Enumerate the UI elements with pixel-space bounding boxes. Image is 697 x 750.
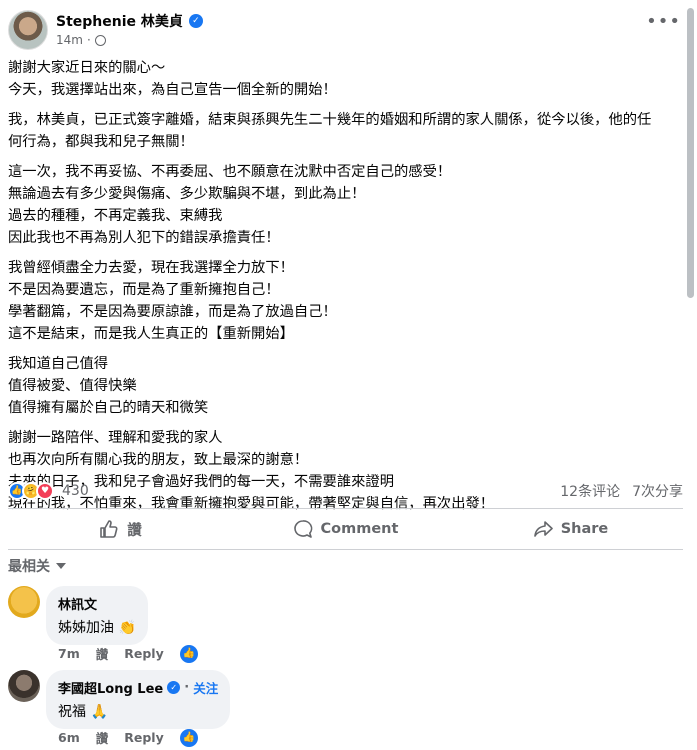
comment-reply-button[interactable]: Reply: [124, 646, 163, 661]
post-line: 過去的種種，不再定義我、束縛我: [8, 208, 223, 224]
post-line: 不是因為要遺忘，而是為了重新擁抱自己！: [8, 282, 280, 298]
shares-count[interactable]: 7次分享: [632, 481, 683, 501]
comment-bubble: 林訊文 姊姊加油 👏: [46, 586, 148, 645]
comment-meta: 6m 讚 Reply 👍: [58, 728, 198, 747]
comment-time[interactable]: 7m: [58, 646, 80, 661]
author-name[interactable]: Stephenie 林美貞: [56, 11, 183, 31]
post-header: Stephenie 林美貞 ✓ 14m · •••: [8, 10, 681, 52]
scrollbar[interactable]: [686, 0, 695, 750]
more-options-icon[interactable]: •••: [646, 13, 681, 31]
share-arrow-icon: [533, 519, 553, 539]
commenter-name[interactable]: 李國超Long Lee: [58, 678, 163, 697]
commenter-name[interactable]: 林訊文: [58, 594, 136, 613]
clapping-icon: 👏: [118, 620, 136, 636]
author-line: Stephenie 林美貞 ✓: [56, 11, 203, 31]
author-avatar[interactable]: [8, 10, 48, 50]
love-reaction-icon: ♥: [36, 482, 54, 500]
comment-button[interactable]: Comment: [233, 511, 458, 547]
post-line: 無論過去有多少愛與傷痛、多少欺騙與不堪，到此為止！: [8, 186, 366, 202]
like-reaction-icon[interactable]: 👍: [179, 644, 198, 663]
commenter-avatar[interactable]: [8, 670, 40, 702]
post-meta: 14m ·: [56, 33, 106, 47]
comment-like-button[interactable]: 讚: [96, 728, 109, 747]
post-line: 也再次向所有關心我的朋友，致上最深的謝意！: [8, 452, 309, 468]
post-line: 學著翻篇，不是因為要原諒誰，而是為了放過自己！: [8, 304, 337, 320]
comment-text: 祝福 🙏: [58, 704, 108, 720]
post-line: 值得被愛、值得快樂: [8, 378, 137, 394]
post-paragraph: 這一次，我不再妥協、不再委屈、也不願意在沈默中否定自己的感受！ 無論過去有多少愛…: [8, 161, 678, 249]
post-line: 我，林美貞，已正式簽字離婚，結束與孫興先生二十幾年的婚姻和所謂的家人關係，從今以…: [8, 112, 652, 128]
divider: [8, 549, 683, 550]
reaction-icons[interactable]: 👍 🤗 ♥: [8, 482, 54, 500]
commenter-name-row: 李國超Long Lee ✓ · 关注: [58, 678, 219, 697]
comment-text: 姊姊加油 👏: [58, 620, 136, 636]
post-line: 我知道自己值得: [8, 356, 109, 372]
reaction-count[interactable]: 430: [62, 483, 89, 499]
comment-item: 李國超Long Lee ✓ · 关注 祝福 🙏 6m 讚 Reply 👍: [8, 670, 328, 750]
comment-bubble-icon: [293, 519, 313, 539]
comments-count[interactable]: 12条评论: [560, 481, 620, 501]
post-line: 這不是結束，而是我人生真正的【重新開始】: [8, 326, 294, 342]
globe-icon: [94, 34, 106, 46]
comment-reply-button[interactable]: Reply: [124, 730, 163, 745]
post-line: 因此我也不再為別人犯下的錯誤承擔責任！: [8, 230, 280, 246]
share-button[interactable]: Share: [458, 511, 683, 547]
post-line: 謝謝一路陪伴、理解和愛我的家人: [8, 430, 223, 446]
comment-meta: 7m 讚 Reply 👍: [58, 644, 198, 663]
post-paragraph: 謝謝大家近日來的關心～ 今天，我選擇站出來，為自己宣告一個全新的開始！: [8, 57, 678, 101]
comment-like-button[interactable]: 讚: [96, 644, 109, 663]
like-button[interactable]: 讚: [8, 511, 233, 547]
like-reaction-icon[interactable]: 👍: [179, 728, 198, 747]
post-line: 今天，我選擇站出來，為自己宣告一個全新的開始！: [8, 82, 337, 98]
post-line: 這一次，我不再妥協、不再委屈、也不願意在沈默中否定自己的感受！: [8, 164, 452, 180]
scrollbar-thumb[interactable]: [687, 8, 694, 298]
comment-time[interactable]: 6m: [58, 730, 80, 745]
reactions-row: 👍 🤗 ♥ 430 12条评论 7次分享: [8, 479, 683, 503]
verified-badge-icon: ✓: [188, 14, 203, 28]
post-stats: 12条评论 7次分享: [560, 481, 683, 501]
comment-bubble: 李國超Long Lee ✓ · 关注 祝福 🙏: [46, 670, 231, 729]
post-body: 謝謝大家近日來的關心～ 今天，我選擇站出來，為自己宣告一個全新的開始！ 我，林美…: [8, 57, 678, 523]
praying-hands-icon: 🙏: [90, 704, 108, 720]
post-paragraph: 我曾經傾盡全力去愛，現在我選擇全力放下！ 不是因為要遺忘，而是為了重新擁抱自己！…: [8, 257, 678, 345]
comment-sort-dropdown[interactable]: 最相关: [8, 556, 66, 576]
post-line: 謝謝大家近日來的關心～: [8, 60, 166, 76]
comment-label: Comment: [320, 521, 399, 537]
post-actions: 讚 Comment Share: [8, 511, 683, 547]
sort-label: 最相关: [8, 559, 50, 575]
verified-badge-icon: ✓: [167, 681, 181, 694]
caret-down-icon: [56, 563, 66, 569]
divider: [8, 508, 683, 509]
like-label: 讚: [127, 522, 142, 539]
post-line: 何行為，都與我和兒子無關！: [8, 134, 194, 150]
post-paragraph: 我，林美貞，已正式簽字離婚，結束與孫興先生二十幾年的婚姻和所謂的家人關係，從今以…: [8, 109, 678, 153]
post-line: 值得擁有屬於自己的晴天和微笑: [8, 400, 209, 416]
follow-button[interactable]: 关注: [193, 678, 218, 697]
post-line: 我曾經傾盡全力去愛，現在我選擇全力放下！: [8, 260, 294, 276]
comment-item: 林訊文 姊姊加油 👏 7m 讚 Reply 👍: [8, 586, 308, 666]
thumbs-up-icon: [99, 519, 119, 539]
post-time[interactable]: 14m: [56, 33, 83, 47]
commenter-avatar[interactable]: [8, 586, 40, 618]
post-paragraph: 我知道自己值得 值得被愛、值得快樂 值得擁有屬於自己的晴天和微笑: [8, 353, 678, 419]
share-label: Share: [560, 521, 609, 537]
